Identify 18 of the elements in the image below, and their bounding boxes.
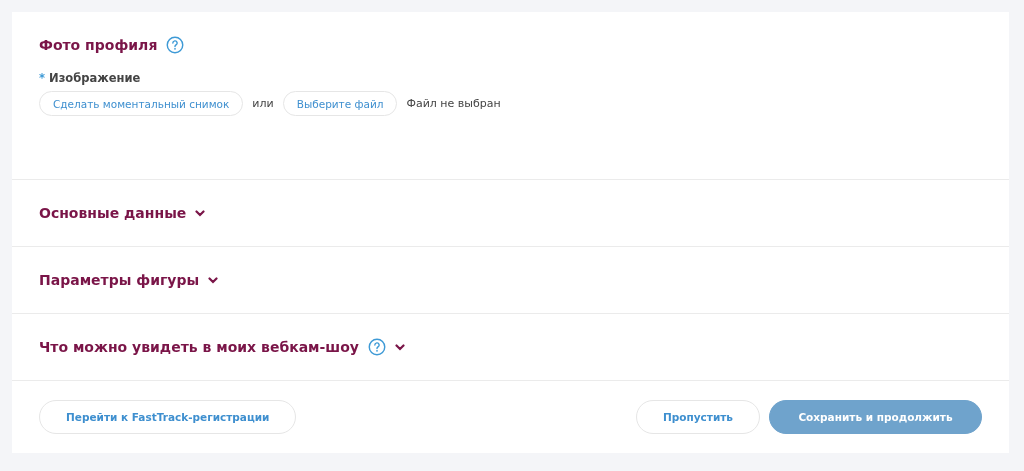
choose-file-button[interactable]: Выберите файл [282, 91, 398, 116]
save-button[interactable]: Сохранить и продолжить [769, 400, 982, 434]
skip-button[interactable]: Пропустить [636, 400, 760, 434]
required-mark: * [39, 71, 45, 85]
field-label: Изображение [49, 71, 141, 85]
help-icon[interactable] [368, 338, 386, 356]
section-title[interactable]: Параметры фигуры [39, 272, 200, 288]
fasttrack-button[interactable]: Перейти к FastTrack-регистрации [39, 400, 297, 434]
file-status: Файл не выбран [406, 97, 501, 110]
chevron-icon[interactable] [195, 209, 206, 217]
or-text: или [252, 97, 274, 110]
help-icon[interactable] [166, 36, 185, 54]
chevron-icon[interactable] [208, 276, 219, 284]
section-title: Фото профиля [39, 37, 158, 53]
section-title[interactable]: Что можно увидеть в моих вебкам-шоу [39, 339, 359, 355]
section-title[interactable]: Основные данные [39, 205, 187, 221]
snapshot-button[interactable]: Сделать моментальный снимок [39, 91, 244, 116]
chevron-icon[interactable] [395, 343, 405, 351]
